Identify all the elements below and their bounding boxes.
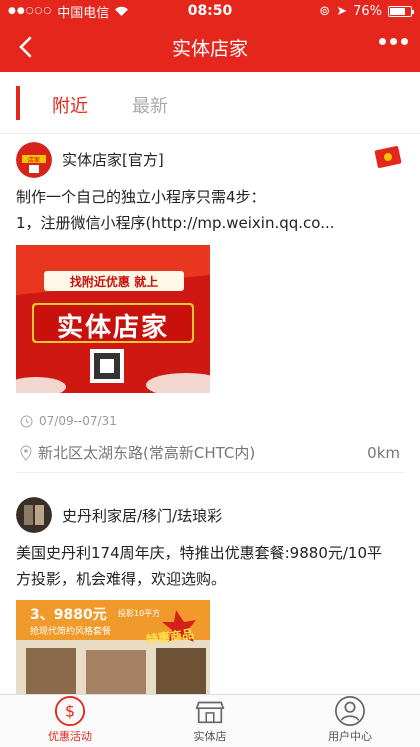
page-title: 实体店家 [171,37,248,60]
store-desc-line: 方投影，机会难得，欢迎选购。 [16,570,227,588]
store-card[interactable]: 店家 实体店家[官方] 制作一个自己的独立小程序只需4步： 1，注册微信小程序(… [0,134,420,474]
filter-tabs: 附近 最新 [0,72,420,134]
more-button[interactable] [379,38,408,45]
promo-banner-main-text: 实体店家 [56,313,169,343]
battery-fill [390,7,406,15]
bottom-tab-bar: $ 优惠活动 实体店 用户中心 [0,694,420,747]
promo-banner-image[interactable]: 找附近优惠 就上 实体店家 [16,245,210,393]
more-dot-icon [390,38,397,45]
store-desc-line: 1，注册微信小程序(http://mp.weixin.qq.co... [16,214,335,232]
promo-date-range: 07/09--07/31 [39,414,117,428]
store-desc-line: 美国史丹利174周年庆，特推出优惠套餐:9880元/10平 [16,544,383,562]
storefront-icon [195,701,225,724]
dollar-coin-icon: $ [54,695,86,727]
svg-text:$: $ [65,702,75,721]
clock-icon [20,415,33,427]
battery-percent: 76% [353,3,382,19]
store-name: 史丹利家居/移门/珐琅彩 [62,507,223,525]
user-icon [335,696,365,726]
back-button[interactable] [8,30,42,64]
store-avatar [16,497,52,533]
tab-indicator [16,86,20,120]
wifi-icon [115,6,129,16]
status-bar: ●●○○○ 中国电信 08:50 ⊚ ➤ 76% [0,0,420,22]
store-feed[interactable]: 店家 实体店家[官方] 制作一个自己的独立小程序只需4步： 1，注册微信小程序(… [0,134,420,694]
signal-icon: ●●○○○ [8,6,53,16]
rotation-lock-icon: ⊚ [319,3,331,19]
svg-text:店家: 店家 [28,156,40,164]
promo-banner-price: 3、9880元 [30,607,107,623]
store-avatar: 店家 [16,142,52,178]
store-address: 新北区太湖东路(常高新CHTC内) [38,444,256,462]
store-desc-line: 制作一个自己的独立小程序只需4步： [16,188,266,206]
more-dot-icon [379,38,386,45]
tab-label: 用户中心 [328,730,372,743]
promo-banner-subtext: 投影10平方 [118,609,161,618]
store-name: 实体店家[官方] [62,151,164,169]
carrier: 中国电信 [57,5,110,21]
tab-nearby[interactable]: 附近 [52,92,88,118]
divider [16,472,404,473]
red-envelope-icon[interactable] [372,144,404,170]
store-distance: 0km [367,444,400,462]
location-icon: ➤ [336,3,348,19]
promo-banner-top-text: 找附近优惠 就上 [69,275,159,289]
tab-label: 优惠活动 [48,730,92,743]
battery-icon [388,5,414,17]
location-pin-icon [20,444,32,461]
tab-label: 实体店 [193,730,227,743]
promo-banner-line: 抢现代简约风格套餐 [30,627,112,637]
tab-latest[interactable]: 最新 [132,92,168,118]
tab-promotions[interactable]: $ 优惠活动 [0,695,140,747]
tab-stores[interactable]: 实体店 [140,695,280,747]
back-chevron-icon [19,36,32,58]
tab-user-center[interactable]: 用户中心 [280,695,420,747]
nav-bar: 实体店家 [0,22,420,72]
promo-banner-image[interactable]: 3、9880元 投影10平方 抢现代简约风格套餐 特惠商品 [16,600,210,694]
more-dot-icon [401,38,408,45]
store-card[interactable]: 史丹利家居/移门/珐琅彩 美国史丹利174周年庆，特推出优惠套餐:9880元/1… [0,482,420,694]
